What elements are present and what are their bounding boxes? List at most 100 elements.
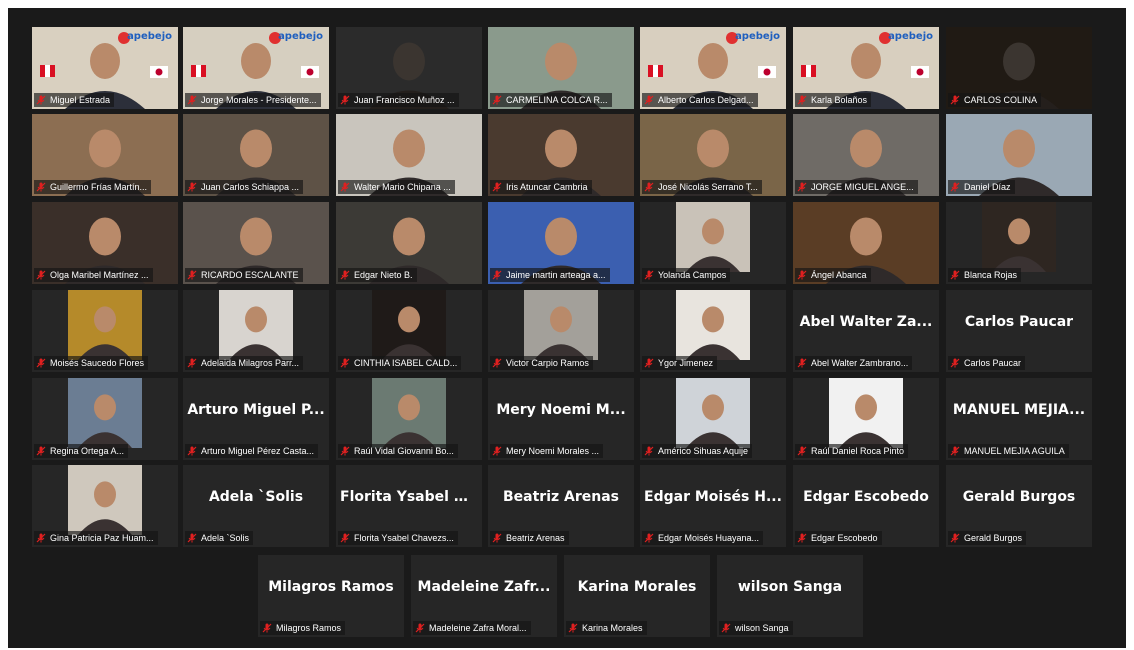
participant-tile[interactable]: Olga Maribel Martínez ... [32,202,178,284]
participant-tile[interactable]: Ygor Jimenez [640,290,786,372]
participant-display-name: Mery Noemi M... [496,402,626,418]
participant-tile[interactable]: Adela `Solis Adela `Solis [183,465,329,547]
participant-tile[interactable]: Raúl Vidal Giovanni Bo... [336,378,482,460]
participant-tile[interactable]: MANUEL MEJIA... MANUEL MEJIA AGUILA [946,378,1092,460]
participant-name-text: wilson Sanga [735,623,789,633]
participant-tile[interactable]: Yolanda Campos [640,202,786,284]
participant-name-text: Mery Noemi Morales ... [506,446,600,456]
participant-tile[interactable]: Florita Ysabel C... Florita Ysabel Chavez… [336,465,482,547]
participant-name-label: Arturo Miguel Pérez Casta... [185,444,319,458]
participant-name-label: Iris Atuncar Cambria [490,180,592,194]
participant-name-label: Gina Patricia Paz Huam... [34,531,158,545]
mic-muted-icon [187,533,197,543]
participant-tile[interactable]: Edgar Nieto B. [336,202,482,284]
participant-tile[interactable]: Abel Walter Za... Abel Walter Zambrano... [793,290,939,372]
mic-muted-icon [187,95,197,105]
participant-name-label: CINTHIA ISABEL CALD... [338,356,462,370]
participant-display-name: Karina Morales [577,579,697,595]
participant-tile[interactable]: Edgar Moisés H... Edgar Moisés Huayana... [640,465,786,547]
participant-tile[interactable]: apebejo Jorge Morales - Presidente... [183,27,329,109]
apebejo-logo: apebejo [127,31,172,42]
mic-muted-icon [36,270,46,280]
participant-name-text: Adelaida Milagros Parr... [201,358,300,368]
participant-display-name: Carlos Paucar [964,314,1074,330]
participant-name-label: Moisés Saucedo Flores [34,356,149,370]
participant-tile[interactable]: apebejo Alberto Carlos Delgad... [640,27,786,109]
participant-tile[interactable]: apebejo Karla Bolaños [793,27,939,109]
participant-name-text: Edgar Moisés Huayana... [658,533,760,543]
participant-tile[interactable]: Edgar Escobedo Edgar Escobedo [793,465,939,547]
peru-flag-icon [801,65,816,77]
mic-muted-icon [340,358,350,368]
apebejo-logo: apebejo [735,31,780,42]
participant-tile[interactable]: Walter Mario Chipana ... [336,114,482,196]
participant-name-text: Abel Walter Zambrano... [811,358,909,368]
mic-muted-icon [644,446,654,456]
participant-name-label: Olga Maribel Martínez ... [34,268,153,282]
participant-tile[interactable]: Gina Patricia Paz Huam... [32,465,178,547]
participant-tile[interactable]: Beatriz Arenas Beatriz Arenas [488,465,634,547]
participant-tile[interactable]: Ángel Abanca [793,202,939,284]
participant-name-label: Adela `Solis [185,531,254,545]
japan-flag-icon [911,66,929,78]
mic-muted-icon [950,533,960,543]
participant-tile[interactable]: Raúl Daniel Roca Pinto [793,378,939,460]
participant-tile[interactable]: Juan Carlos Schiappa ... [183,114,329,196]
mic-muted-icon [568,623,578,633]
participant-tile[interactable]: apebejo Miguel Estrada [32,27,178,109]
participant-tile[interactable]: Karina Morales Karina Morales [564,555,710,637]
participant-name-label: Jaime martin arteaga a... [490,268,610,282]
participant-tile[interactable]: Adelaida Milagros Parr... [183,290,329,372]
participant-tile[interactable]: Moisés Saucedo Flores [32,290,178,372]
apebejo-logo: apebejo [278,31,323,42]
participant-tile[interactable]: JORGE MIGUEL ANGE... [793,114,939,196]
mic-muted-icon [950,358,960,368]
participant-name-label: Raúl Daniel Roca Pinto [795,444,909,458]
participant-tile[interactable]: Iris Atuncar Cambria [488,114,634,196]
participant-tile[interactable]: Blanca Rojas [946,202,1092,284]
participant-name-label: Guillermo Frías Martín... [34,180,152,194]
participant-name-text: Ygor Jimenez [658,358,714,368]
participant-name-label: CARMELINA COLCA R... [490,93,612,107]
participant-name-label: Carlos Paucar [948,356,1026,370]
participant-display-name: Edgar Moisés H... [644,489,782,505]
participant-name-text: Edgar Escobedo [811,533,878,543]
participant-name-label: Jorge Morales - Presidente... [185,93,321,107]
participant-name-label: Edgar Nieto B. [338,268,417,282]
participant-tile[interactable]: Arturo Miguel P... Arturo Miguel Pérez Ca… [183,378,329,460]
participant-tile[interactable]: Gerald Burgos Gerald Burgos [946,465,1092,547]
mic-muted-icon [492,446,502,456]
participant-name-label: Alberto Carlos Delgad... [642,93,758,107]
participant-tile[interactable]: Jaime martin arteaga a... [488,202,634,284]
peru-flag-icon [648,65,663,77]
participant-tile[interactable]: Daniel Díaz [946,114,1092,196]
participant-tile[interactable]: wilson Sanga wilson Sanga [717,555,863,637]
participant-tile[interactable]: Victor Carpio Ramos [488,290,634,372]
participant-tile[interactable]: Guillermo Frías Martín... [32,114,178,196]
participant-tile[interactable]: CARLOS COLINA [946,27,1092,109]
participant-name-text: Yolanda Campos [658,270,727,280]
participant-tile[interactable]: Mery Noemi M... Mery Noemi Morales ... [488,378,634,460]
participant-name-label: MANUEL MEJIA AGUILA [948,444,1069,458]
mic-muted-icon [36,446,46,456]
peru-flag-icon [40,65,55,77]
mic-muted-icon [36,533,46,543]
mic-muted-icon [415,623,425,633]
participant-name-text: JORGE MIGUEL ANGE... [811,182,914,192]
participant-tile[interactable]: Juan Francisco Muñoz ... [336,27,482,109]
participant-tile[interactable]: José Nicolás Serrano T... [640,114,786,196]
participant-name-label: Edgar Escobedo [795,531,882,545]
participant-tile[interactable]: Milagros Ramos Milagros Ramos [258,555,404,637]
mic-muted-icon [492,182,502,192]
mic-muted-icon [797,270,807,280]
participant-tile[interactable]: Carlos Paucar Carlos Paucar [946,290,1092,372]
participant-name-text: Iris Atuncar Cambria [506,182,588,192]
participant-tile[interactable]: CARMELINA COLCA R... [488,27,634,109]
participant-name-label: Mery Noemi Morales ... [490,444,604,458]
participant-tile[interactable]: Regina Ortega A... [32,378,178,460]
mic-muted-icon [492,533,502,543]
participant-tile[interactable]: CINTHIA ISABEL CALD... [336,290,482,372]
participant-tile[interactable]: Américo Sihuas Aquije [640,378,786,460]
participant-tile[interactable]: RICARDO ESCALANTE [183,202,329,284]
participant-tile[interactable]: Madeleine Zafr... Madeleine Zafra Moral..… [411,555,557,637]
